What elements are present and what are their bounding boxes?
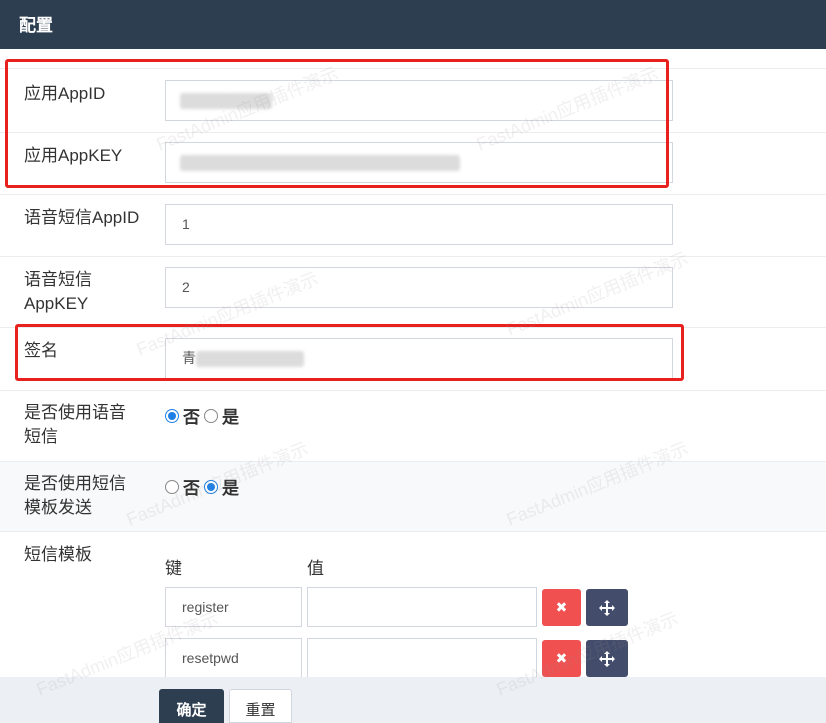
- template-key-input[interactable]: resetpwd: [165, 638, 302, 678]
- radio-selected-icon[interactable]: [165, 408, 179, 423]
- template-key-value: register: [182, 599, 229, 615]
- move-arrows-icon: [599, 599, 615, 616]
- use-voice-option-no[interactable]: 否: [165, 403, 200, 428]
- panel-title: 配置: [19, 16, 53, 35]
- use-voice-option-yes-label: 是: [222, 408, 239, 427]
- voice-app-key-input[interactable]: 2: [165, 267, 673, 308]
- template-key-value: resetpwd: [182, 650, 239, 666]
- radio-unselected-icon[interactable]: [204, 408, 218, 423]
- voice-app-id-input[interactable]: 1: [165, 204, 673, 245]
- use-template-option-yes-label: 是: [222, 479, 239, 498]
- use-template-option-yes[interactable]: 是: [204, 474, 239, 499]
- templates-label: 短信模板: [24, 545, 92, 564]
- use-template-label-line2: 模板发送: [24, 498, 92, 517]
- voice-app-key-label-line1: 语音短信: [24, 270, 92, 289]
- templates-value-header: 值: [307, 559, 324, 578]
- template-key-input[interactable]: register: [165, 587, 302, 627]
- row-use-voice: 是否使用语音 短信: [0, 390, 826, 461]
- submit-button[interactable]: 确定: [159, 689, 224, 723]
- use-voice-label: 是否使用语音 短信: [24, 401, 126, 449]
- delete-row-button[interactable]: ✖: [542, 589, 581, 626]
- row-use-template: 是否使用短信 模板发送: [0, 461, 826, 531]
- use-voice-radio-group: 否 是: [165, 403, 243, 428]
- use-template-label: 是否使用短信 模板发送: [24, 472, 126, 520]
- close-icon: ✖: [555, 599, 568, 615]
- delete-row-button[interactable]: ✖: [542, 640, 581, 677]
- use-template-radio-group: 否 是: [165, 474, 243, 499]
- drag-row-button[interactable]: [586, 589, 628, 626]
- reset-button[interactable]: 重置: [229, 689, 292, 723]
- use-voice-option-no-label: 否: [183, 408, 200, 427]
- template-value-input[interactable]: [307, 638, 537, 678]
- voice-app-key-label: 语音短信 AppKEY: [24, 268, 92, 316]
- use-voice-label-line1: 是否使用语音: [24, 403, 126, 422]
- radio-unselected-icon[interactable]: [165, 479, 179, 494]
- panel-header: 配置: [0, 0, 826, 49]
- use-voice-label-line2: 短信: [24, 427, 58, 446]
- use-voice-option-yes[interactable]: 是: [204, 403, 239, 428]
- close-icon: ✖: [555, 650, 568, 666]
- highlight-box-sign: [15, 324, 684, 381]
- voice-app-id-value: 1: [182, 216, 190, 232]
- use-template-option-no-label: 否: [183, 479, 200, 498]
- drag-row-button[interactable]: [586, 640, 628, 677]
- templates-key-header: 键: [165, 559, 182, 578]
- voice-app-id-label: 语音短信AppID: [24, 208, 140, 227]
- template-value-input[interactable]: [307, 587, 537, 627]
- form-footer: [0, 677, 826, 723]
- voice-app-key-label-line2: AppKEY: [24, 294, 89, 313]
- radio-selected-icon[interactable]: [204, 479, 218, 494]
- use-template-label-line1: 是否使用短信: [24, 474, 126, 493]
- highlight-box-app-credentials: [5, 59, 669, 188]
- move-arrows-icon: [599, 650, 615, 667]
- voice-app-key-value: 2: [182, 279, 190, 295]
- use-template-option-no[interactable]: 否: [165, 474, 200, 499]
